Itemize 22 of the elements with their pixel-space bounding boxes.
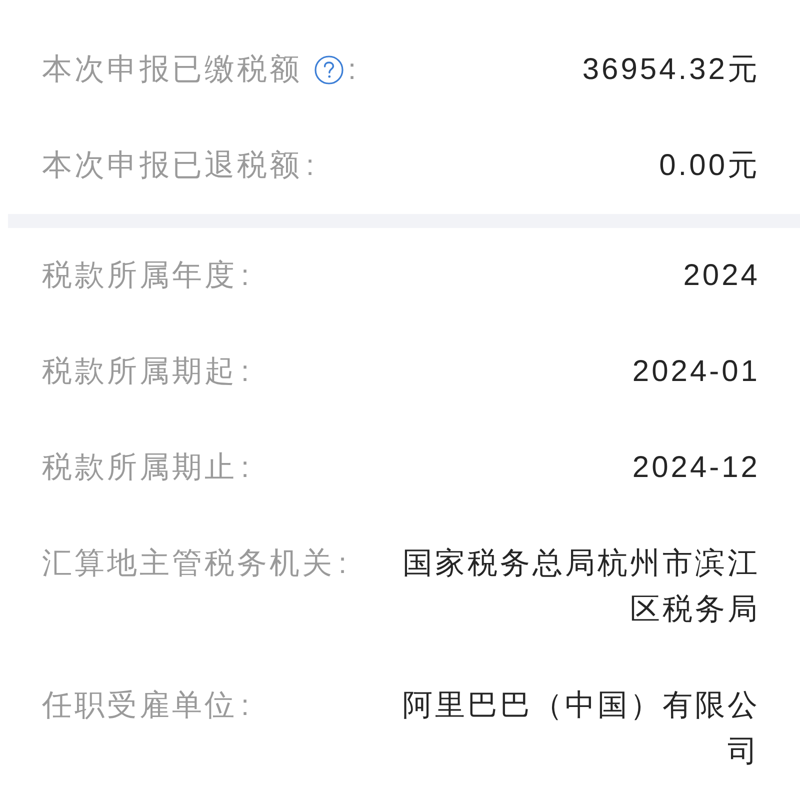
field-label: 税款所属期起 [42, 354, 237, 390]
field-label: 任职受雇单位 [42, 688, 237, 724]
help-icon[interactable] [314, 55, 344, 85]
field-value: 国家税务总局杭州市滨江区税务局 [402, 546, 760, 628]
field-label: 汇算地主管税务机关 [42, 546, 334, 582]
field-label: 本次申报已缴税额 [42, 52, 302, 88]
label-colon: : [241, 355, 250, 390]
field-value: 2024 [682, 258, 760, 294]
label-colon: : [348, 53, 356, 88]
field-label: 税款所属期止 [42, 450, 237, 486]
field-value: 2024-12 [631, 450, 760, 486]
label-colon: : [241, 259, 250, 294]
field-value: 2024-01 [631, 354, 760, 390]
field-label: 税款所属年度 [42, 258, 237, 294]
field-value: 36954.32元 [581, 52, 760, 88]
field-value: 阿里巴巴（中国）有限公司 [402, 688, 760, 770]
label-colon: : [338, 547, 347, 582]
field-value: 0.00元 [658, 148, 760, 184]
label-colon: : [241, 689, 250, 724]
label-colon: : [241, 451, 250, 486]
field-label: 本次申报已退税额 [42, 148, 302, 184]
label-colon: : [306, 149, 314, 184]
